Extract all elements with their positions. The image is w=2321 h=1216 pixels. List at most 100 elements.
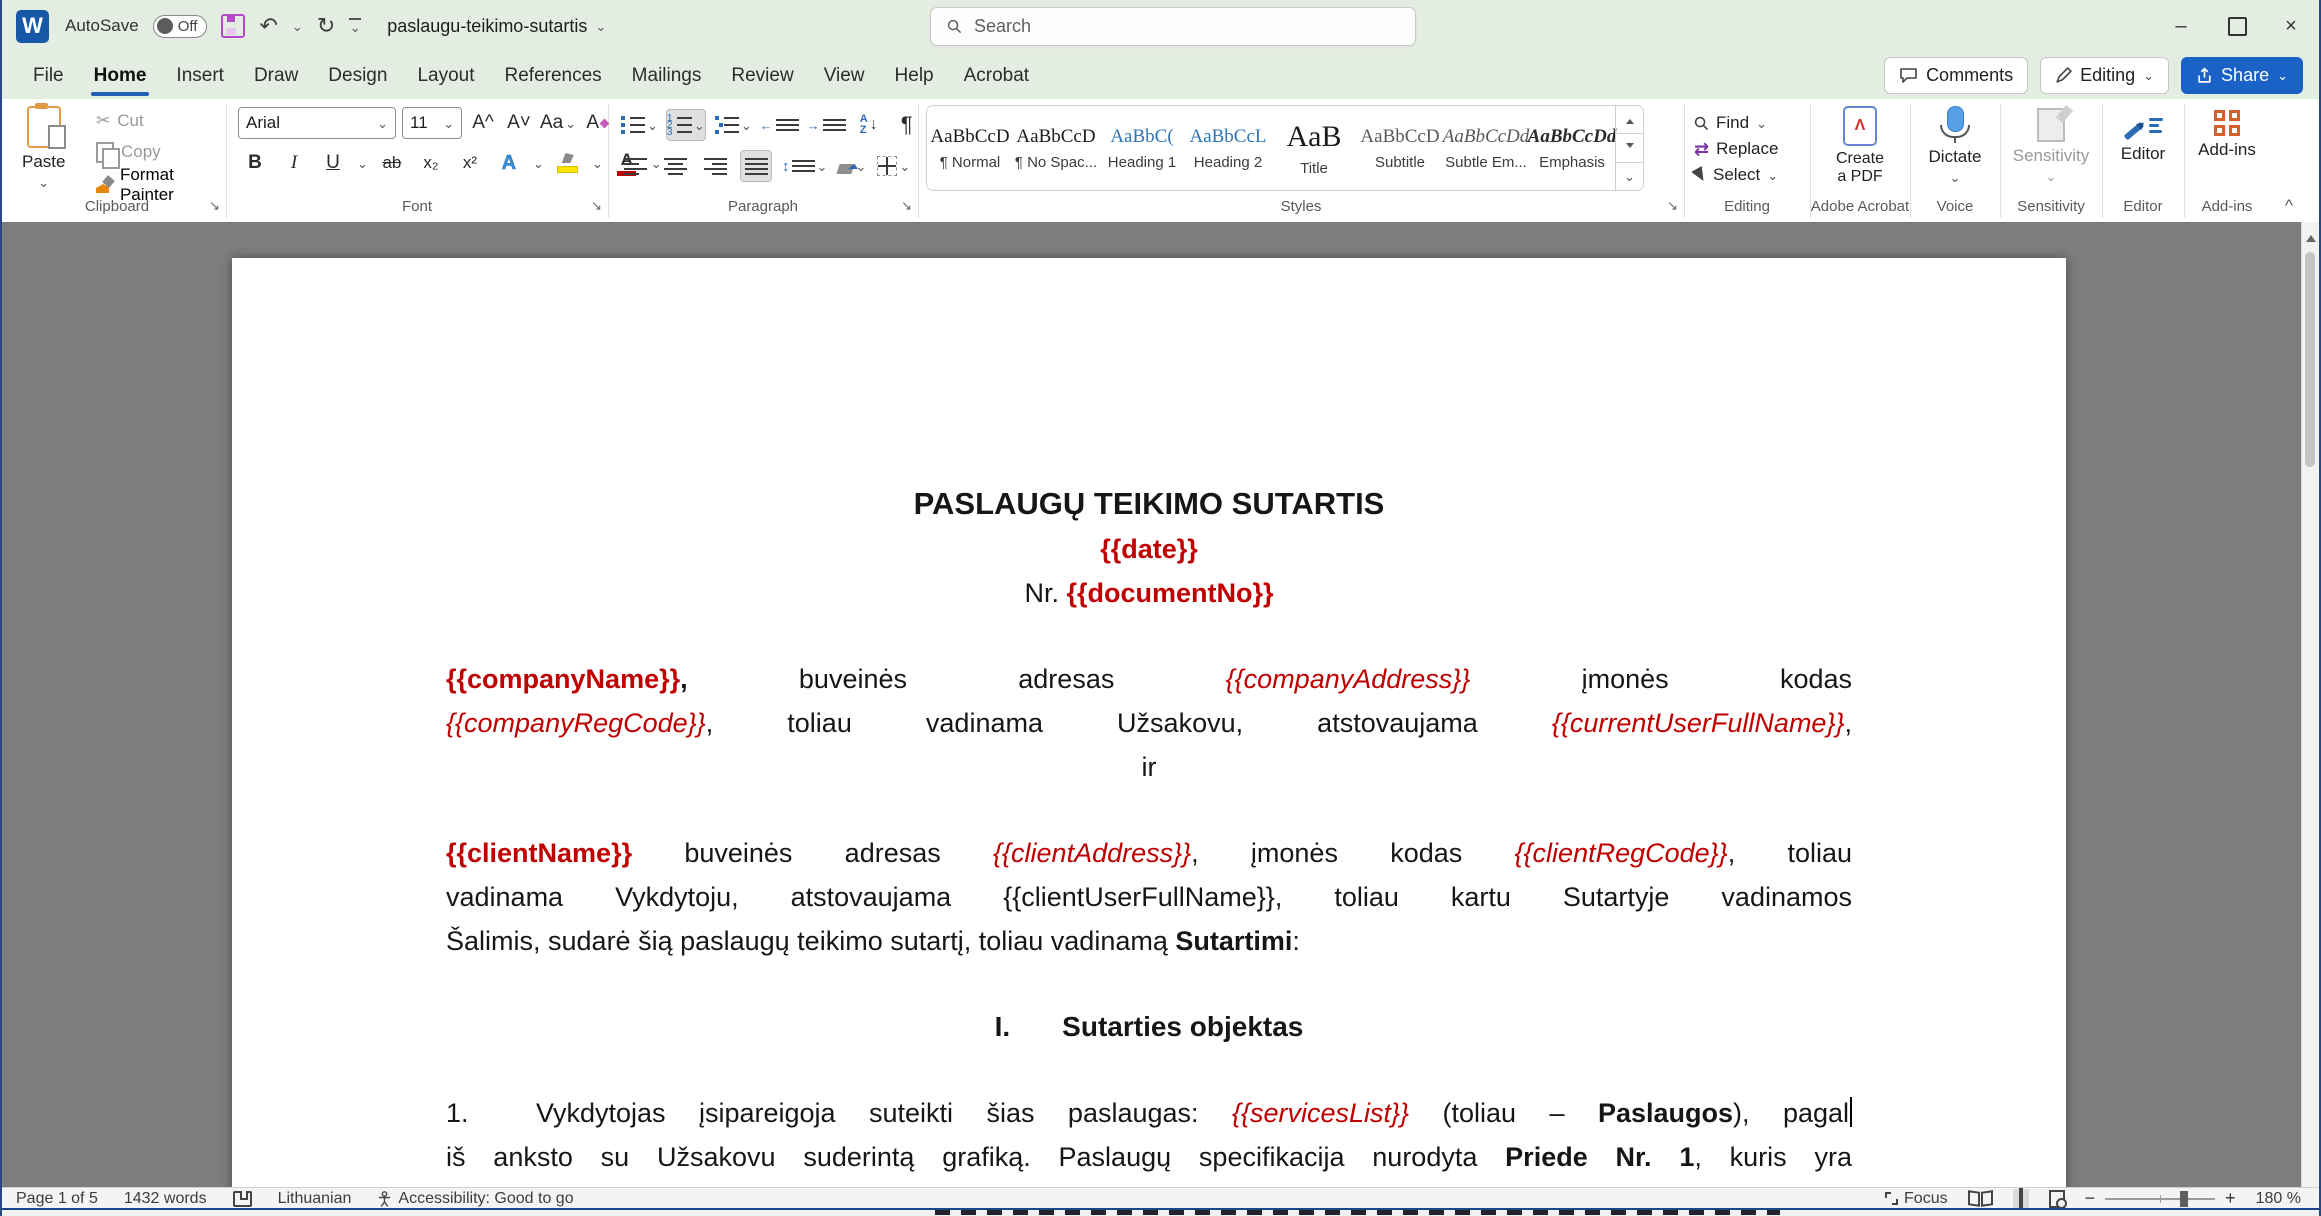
style-subtitle[interactable]: AaBbCcDSubtitle [1357,106,1443,190]
print-layout-button[interactable] [2013,1189,2029,1209]
numbering-button[interactable]: 123⌄ [666,109,706,141]
save-icon[interactable] [221,14,245,38]
page-indicator[interactable]: Page 1 of 5 [16,1190,98,1208]
paragraph-dialog-launcher-icon[interactable]: ↘ [901,198,912,214]
language-indicator[interactable]: Lithuanian [278,1190,352,1208]
create-pdf-button[interactable]: Λ Createa PDF [1810,106,1910,187]
tab-layout[interactable]: Layout [404,57,487,95]
tab-review[interactable]: Review [718,57,806,95]
underline-button[interactable]: U [318,148,348,178]
zoom-slider[interactable]: − + [2085,1188,2236,1209]
grow-font-button[interactable]: A^ [468,108,498,138]
style-subtle-emphasis[interactable]: AaBbCcDdSubtle Em... [1443,106,1529,190]
style-heading-1[interactable]: AaBbC(Heading 1 [1099,106,1185,190]
increase-indent-button[interactable]: → [807,110,846,140]
zoom-in-icon[interactable]: + [2225,1188,2236,1209]
shrink-font-button[interactable]: A˅ [504,108,534,138]
copy-button[interactable]: Copy [96,139,226,165]
sensitivity-button[interactable]: Sensitivity ⌄ [2000,108,2102,183]
change-case-button[interactable]: Aa⌄ [540,108,576,138]
accessibility-checker[interactable]: Accessibility: Good to go [377,1190,573,1208]
style-emphasis[interactable]: AaBbCcDdEmphasis [1529,106,1615,190]
zoom-level[interactable]: 180 % [2256,1190,2301,1208]
paste-button[interactable]: Paste ⌄ [22,106,65,189]
customize-qat-icon[interactable]: ⌄ [349,18,361,34]
clipboard-dialog-launcher-icon[interactable]: ↘ [209,198,220,214]
collapse-ribbon-icon[interactable]: ^ [2285,196,2293,216]
tab-insert[interactable]: Insert [163,57,237,95]
redo-icon[interactable]: ↻ [317,15,335,37]
styles-scroll-down-button[interactable] [1616,134,1643,162]
close-button[interactable]: × [2263,0,2319,52]
style-title[interactable]: AaBTitle [1271,106,1357,190]
replace-button[interactable]: ⇄ Replace [1694,136,1778,162]
proofing-button[interactable] [233,1191,252,1207]
format-painter-button[interactable]: Format Painter [96,172,226,198]
word-count[interactable]: 1432 words [124,1190,207,1208]
scrollbar-thumb[interactable] [2305,252,2315,467]
tab-draw[interactable]: Draw [241,57,311,95]
bold-button[interactable]: B [240,148,270,178]
word-logo-icon[interactable]: W [16,10,49,43]
style-heading-2[interactable]: AaBbCcLHeading 2 [1185,106,1271,190]
bullets-button[interactable]: ⌄ [620,110,658,140]
tab-references[interactable]: References [492,57,615,95]
sort-button[interactable]: AZ↓ [854,110,884,140]
align-right-button[interactable] [700,151,730,181]
tab-file[interactable]: File [20,57,77,95]
highlight-chevron-icon[interactable]: ⌄ [592,157,603,170]
borders-button[interactable]: ⌄ [877,151,910,181]
align-left-button[interactable] [620,151,650,181]
justify-button[interactable] [740,150,772,182]
styles-scroll-up-button[interactable] [1616,106,1643,134]
editing-mode-button[interactable]: Editing ⌄ [2040,57,2169,94]
subscript-button[interactable]: x₂ [416,148,446,178]
document-page[interactable]: PASLAUGŲ TEIKIMO SUTARTIS {{date}} Nr. {… [232,258,2066,1187]
style-no-spacing[interactable]: AaBbCcD¶ No Spac... [1013,106,1099,190]
vertical-scrollbar[interactable] [2301,222,2319,1187]
zoom-thumb[interactable] [2180,1191,2188,1207]
cut-button[interactable]: ✂Cut [96,108,226,134]
highlight-button[interactable] [553,148,583,178]
undo-dropdown-chevron-icon[interactable]: ⌄ [292,20,303,33]
italic-button[interactable]: I [279,148,309,178]
font-name-combobox[interactable]: Arial ⌄ [238,107,396,139]
zoom-track[interactable] [2105,1198,2215,1200]
tab-help[interactable]: Help [882,57,947,95]
tab-design[interactable]: Design [315,57,400,95]
font-dialog-launcher-icon[interactable]: ↘ [591,198,602,214]
style-normal[interactable]: AaBbCcD¶ Normal [927,106,1013,190]
superscript-button[interactable]: x² [455,148,485,178]
multilevel-list-button[interactable]: ⌄ [714,110,752,140]
addins-button[interactable]: Add-ins [2184,110,2270,160]
line-spacing-button[interactable]: ↕⌄ [782,151,827,181]
tab-view[interactable]: View [811,57,878,95]
shading-button[interactable]: ⌄ [837,151,867,181]
strikethrough-button[interactable]: ab [377,148,407,178]
zoom-out-icon[interactable]: − [2085,1188,2096,1209]
find-button[interactable]: Find ⌄ [1694,110,1778,136]
font-size-combobox[interactable]: 11 ⌄ [402,107,462,139]
autosave-toggle[interactable]: Off [153,15,208,38]
web-layout-button[interactable] [2049,1190,2065,1208]
editor-button[interactable]: Editor [2102,110,2184,164]
comments-button[interactable]: Comments [1884,57,2028,94]
align-center-button[interactable] [660,151,690,181]
share-button[interactable]: Share ⌄ [2181,57,2303,94]
search-input[interactable]: Search [930,7,1416,46]
focus-mode-button[interactable]: Focus [1885,1190,1948,1208]
select-button[interactable]: Select ⌄ [1694,162,1778,188]
read-mode-button[interactable] [1968,1191,1993,1206]
dictate-button[interactable]: Dictate ⌄ [1910,106,2000,184]
scrollbar-up-icon[interactable] [2306,230,2316,242]
undo-icon[interactable]: ↶ [259,15,277,37]
text-effects-chevron-icon[interactable]: ⌄ [533,157,544,170]
tab-home[interactable]: Home [81,57,160,95]
maximize-button[interactable] [2209,0,2265,52]
styles-gallery-expand-button[interactable]: ⌄ [1616,163,1643,190]
minimize-button[interactable]: – [2153,0,2209,52]
underline-chevron-icon[interactable]: ⌄ [357,157,368,170]
tab-acrobat[interactable]: Acrobat [951,57,1042,95]
document-title[interactable]: paslaugu-teikimo-sutartis ⌄ [387,16,606,37]
text-effects-button[interactable]: A [494,148,524,178]
